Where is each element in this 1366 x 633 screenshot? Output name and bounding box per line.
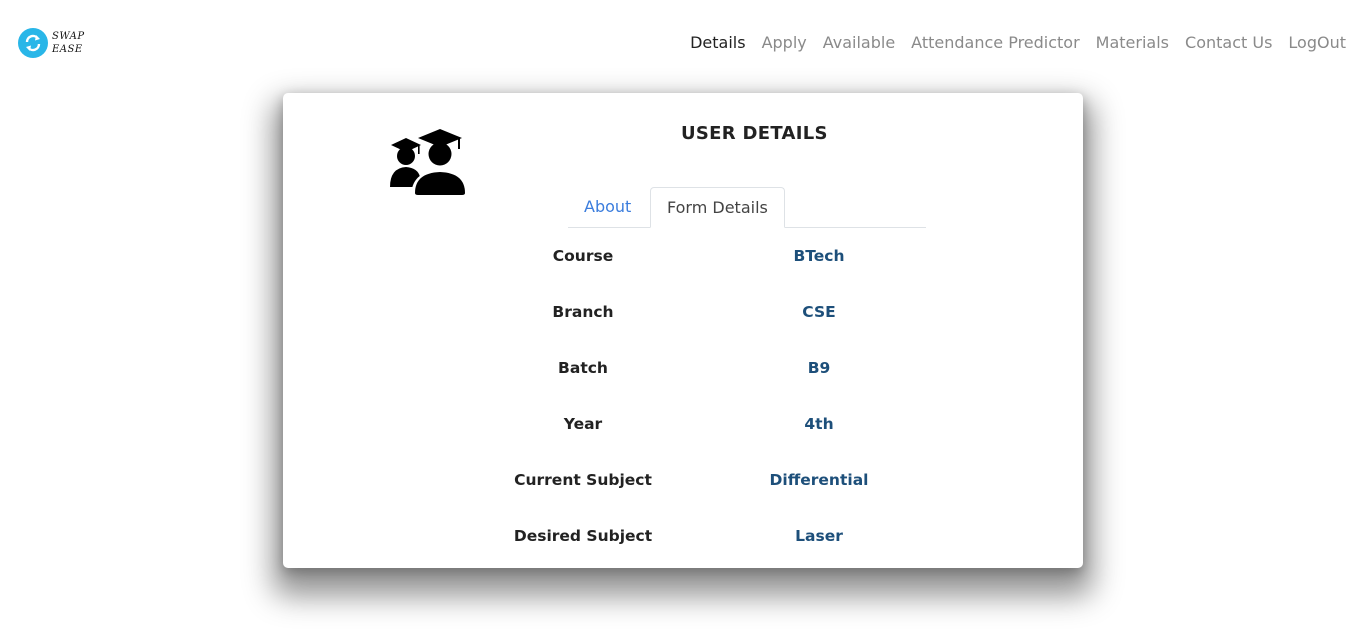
nav-details[interactable]: Details — [690, 33, 745, 52]
nav-links: Details Apply Available Attendance Predi… — [690, 33, 1346, 52]
detail-row-current-subject: Current Subject Differential — [483, 452, 955, 508]
detail-label: Batch — [558, 359, 608, 377]
brand-name: SWAP EASE — [52, 30, 85, 56]
detail-row-desired-subject: Desired Subject Laser — [483, 508, 955, 564]
brand-line-2: EASE — [52, 44, 83, 55]
detail-label: Course — [552, 247, 614, 265]
nav-available[interactable]: Available — [823, 33, 895, 52]
detail-label: Year — [563, 415, 603, 433]
brand-logo[interactable]: SWAP EASE — [18, 28, 85, 58]
detail-row-year: Year 4th — [483, 396, 955, 452]
detail-row-branch: Branch CSE — [483, 284, 955, 340]
detail-value: 4th — [804, 415, 834, 433]
nav-apply[interactable]: Apply — [762, 33, 807, 52]
detail-value: BTech — [793, 247, 845, 265]
nav-contact-us[interactable]: Contact Us — [1185, 33, 1272, 52]
tab-bar: About Form Details — [568, 187, 926, 228]
nav-attendance-predictor[interactable]: Attendance Predictor — [911, 33, 1080, 52]
detail-value: Differential — [769, 471, 869, 489]
refresh-icon — [18, 28, 48, 58]
nav-materials[interactable]: Materials — [1096, 33, 1169, 52]
detail-value: B9 — [807, 359, 831, 377]
user-details-card: USER DETAILS About Form Details Course B… — [283, 93, 1083, 568]
nav-logout[interactable]: LogOut — [1288, 33, 1346, 52]
detail-label: Current Subject — [514, 471, 652, 489]
detail-label: Branch — [552, 303, 614, 321]
navbar: SWAP EASE Details Apply Available Attend… — [0, 0, 1366, 88]
details-list: Course BTech Branch CSE Batch B9 Year 4t… — [483, 228, 955, 564]
tab-about[interactable]: About — [568, 187, 647, 227]
detail-row-course: Course BTech — [483, 228, 955, 284]
tab-form-details[interactable]: Form Details — [650, 187, 785, 228]
detail-row-batch: Batch B9 — [483, 340, 955, 396]
graduates-icon — [388, 129, 470, 197]
brand-line-1: SWAP — [52, 31, 85, 42]
detail-label: Desired Subject — [513, 527, 653, 545]
detail-value: CSE — [802, 303, 836, 321]
page-title: USER DETAILS — [681, 123, 828, 144]
detail-value: Laser — [795, 527, 843, 545]
